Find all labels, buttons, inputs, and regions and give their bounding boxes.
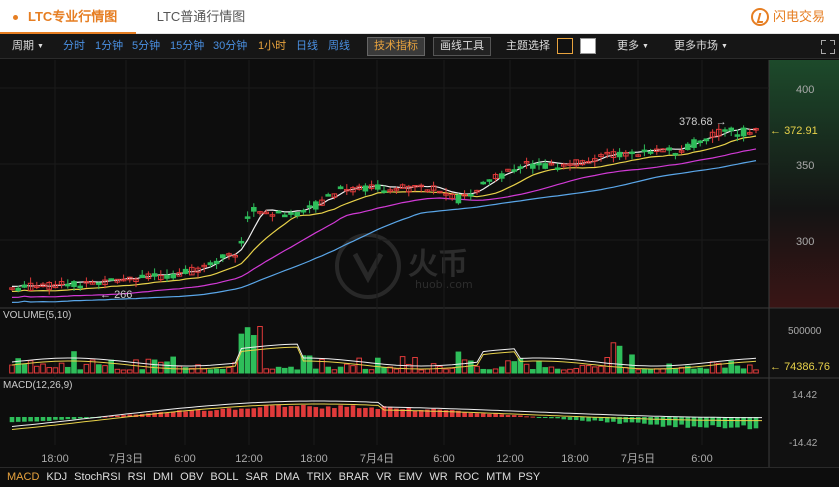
interval-timeline[interactable]: 分时 — [63, 34, 85, 59]
tab-pro-label: LTC专业行情图 — [28, 9, 118, 24]
time-label: 18:00 — [41, 453, 69, 465]
indicator-tab-obv[interactable]: OBV — [180, 468, 203, 487]
indicator-tab-stochrsi[interactable]: StochRSI — [74, 468, 120, 487]
time-label: 7月5日 — [621, 453, 655, 465]
indicator-tab-rsi[interactable]: RSI — [128, 468, 146, 487]
indicator-tab-bar: MACD KDJ StochRSI RSI DMI OBV BOLL SAR DMA TRIX BR… — [0, 467, 839, 487]
tab-bar: LTC专业行情图 LTC普通行情图 闪电交易 — [0, 0, 839, 34]
macd-axis-bottom: -14.42 — [789, 438, 818, 449]
period-label: 周期 — [12, 40, 34, 52]
interval-15min[interactable]: 15分钟 — [170, 34, 204, 59]
volume-axis-label: 500000 — [788, 326, 822, 337]
price-axis-400: 400 — [796, 84, 814, 96]
indicator-tab-emv[interactable]: EMV — [399, 468, 423, 487]
theme-dark-swatch[interactable] — [557, 38, 573, 54]
more-dropdown[interactable]: 更多 ▼ — [617, 34, 649, 59]
chart-canvas[interactable]: 火币 huobi.com 400 350 300 ← 372.91 378.68… — [0, 60, 839, 467]
caret-down-icon: ▼ — [37, 43, 44, 50]
caret-down-icon: ▼ — [721, 43, 728, 50]
drawing-tools-button[interactable]: 画线工具 — [433, 37, 491, 56]
time-label: 6:00 — [691, 453, 712, 465]
interval-30min[interactable]: 30分钟 — [213, 34, 247, 59]
theme-label: 主题选择 — [506, 40, 550, 52]
macd-title: MACD(12,26,9) — [3, 380, 72, 391]
interval-1hour[interactable]: 1小时 — [258, 34, 286, 59]
indicator-tab-psy[interactable]: PSY — [518, 468, 540, 487]
theme-light-swatch[interactable] — [580, 38, 596, 54]
indicator-tab-roc[interactable]: ROC — [455, 468, 479, 487]
indicator-tab-dmi[interactable]: DMI — [153, 468, 173, 487]
caret-down-icon: ▼ — [642, 43, 649, 50]
interval-weekly[interactable]: 周线 — [328, 34, 350, 59]
tab-pro-chart[interactable]: LTC专业行情图 — [0, 0, 136, 34]
indicator-tab-kdj[interactable]: KDJ — [46, 468, 67, 487]
indicator-tab-macd[interactable]: MACD — [7, 468, 39, 487]
interval-1min[interactable]: 1分钟 — [95, 34, 123, 59]
flash-trade-label: 闪电交易 — [772, 9, 825, 24]
low-price-marker: ← 266 — [100, 289, 132, 301]
time-label: 18:00 — [300, 453, 328, 465]
active-dot-icon — [13, 15, 18, 20]
time-label: 12:00 — [235, 453, 263, 465]
volume-title: VOLUME(5,10) — [3, 310, 71, 321]
indicators-button[interactable]: 技术指标 — [367, 37, 425, 56]
chart-toolbar: 周期 ▼ 分时 1分钟 5分钟 15分钟 30分钟 1小时 日线 周线 技术指标 … — [0, 34, 839, 59]
tab-normal-chart[interactable]: LTC普通行情图 — [136, 0, 266, 34]
price-axis-350: 350 — [796, 160, 814, 172]
indicator-tab-dma[interactable]: DMA — [275, 468, 299, 487]
indicator-tab-sar[interactable]: SAR — [246, 468, 269, 487]
flash-trade-link[interactable]: 闪电交易 — [750, 7, 825, 27]
price-axis-300: 300 — [796, 236, 814, 248]
more-markets-dropdown[interactable]: 更多市场 ▼ — [674, 34, 728, 59]
time-label: 7月3日 — [109, 453, 143, 465]
fullscreen-icon[interactable] — [821, 40, 835, 54]
time-label: 6:00 — [433, 453, 454, 465]
tab-normal-label: LTC普通行情图 — [156, 9, 246, 24]
time-label: 18:00 — [561, 453, 589, 465]
indicator-tab-mtm[interactable]: MTM — [486, 468, 511, 487]
volume-last-label: ← 74386.76 — [770, 361, 830, 373]
price-axis-bg — [769, 60, 839, 308]
interval-5min[interactable]: 5分钟 — [132, 34, 160, 59]
period-dropdown[interactable]: 周期 ▼ — [12, 34, 44, 59]
indicator-tab-wr[interactable]: WR — [429, 468, 447, 487]
high-price-marker: 378.68 → — [679, 116, 727, 128]
indicator-tab-vr[interactable]: VR — [376, 468, 391, 487]
more-markets-label: 更多市场 — [674, 40, 718, 52]
more-label: 更多 — [617, 40, 639, 52]
last-price-label: ← 372.91 — [770, 125, 818, 137]
time-label: 12:00 — [496, 453, 524, 465]
indicator-tab-trix[interactable]: TRIX — [307, 468, 332, 487]
watermark-cn: 火币 — [408, 247, 468, 282]
flash-trade-icon — [750, 8, 769, 26]
time-label: 6:00 — [174, 453, 195, 465]
indicator-tab-boll[interactable]: BOLL — [210, 468, 238, 487]
macd-axis-top: 14.42 — [792, 390, 817, 401]
indicator-tab-brar[interactable]: BRAR — [339, 468, 370, 487]
time-label: 7月4日 — [360, 453, 394, 465]
interval-daily[interactable]: 日线 — [296, 34, 318, 59]
